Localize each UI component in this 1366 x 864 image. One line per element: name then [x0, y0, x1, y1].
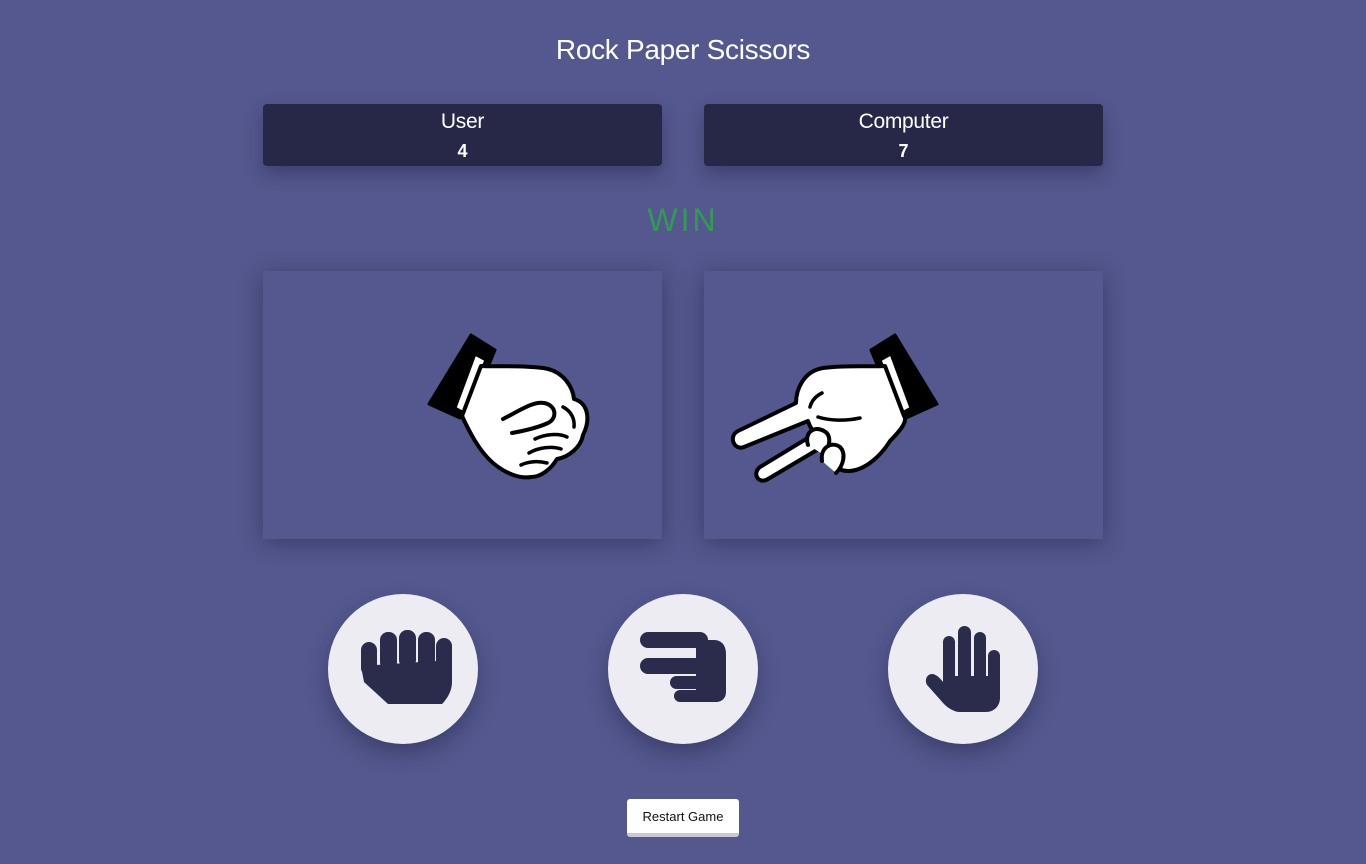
- game-page: Rock Paper Scissors User 4 Computer 7 WI…: [0, 0, 1366, 864]
- page-title: Rock Paper Scissors: [555, 34, 811, 65]
- computer-score-label: Computer: [858, 110, 949, 133]
- rock-icon: [361, 630, 452, 704]
- computer-score-value: 7: [898, 141, 909, 161]
- user-score-value: 4: [457, 141, 468, 161]
- restart-game-button[interactable]: Restart Game: [627, 799, 739, 837]
- paper-icon: [925, 626, 1000, 712]
- scissors-icon: [640, 632, 726, 702]
- rock-hand-icon: [427, 333, 590, 480]
- computer-score-card: Computer 7: [704, 104, 1103, 166]
- user-hand-panel: [263, 271, 662, 539]
- rock-button[interactable]: [328, 594, 478, 744]
- user-score-card: User 4: [263, 104, 662, 166]
- scissors-hand-icon: [730, 333, 939, 483]
- computer-hand-panel: [704, 271, 1103, 539]
- result-text: WIN: [647, 202, 719, 238]
- scissors-button[interactable]: [608, 594, 758, 744]
- paper-button[interactable]: [888, 594, 1038, 744]
- user-score-label: User: [440, 110, 485, 133]
